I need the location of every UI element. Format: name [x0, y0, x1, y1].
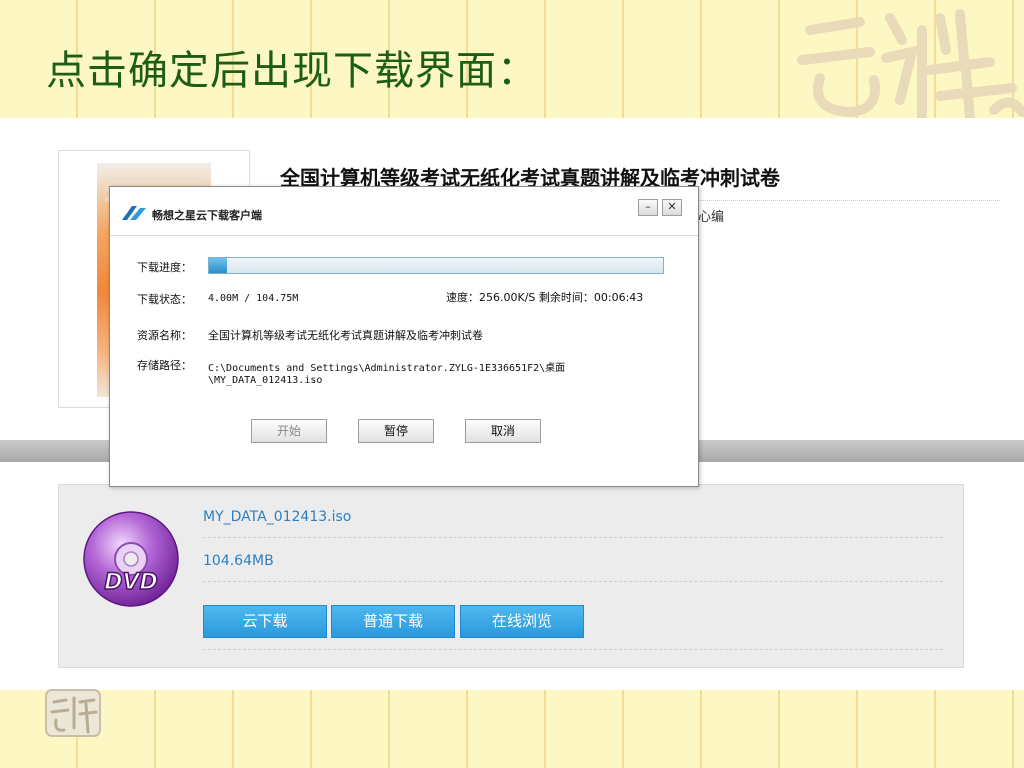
webpage-screenshot: 全国计算机等级考试无纸化考试真题讲解及临考冲刺试卷 心编 DVD MY_DATA…	[0, 118, 1024, 690]
path-label: 存储路径：	[137, 359, 192, 372]
resource-label: 资源名称：	[137, 329, 192, 342]
download-filesize: 104.64MB	[203, 553, 274, 569]
app-logo-icon	[120, 204, 148, 222]
dvd-disc-icon: DVD	[81, 509, 181, 609]
download-client-dialog: 畅想之星云下载客户端 – ✕ 下载进度： 下载状态： 4.00M / 104.7…	[109, 186, 699, 487]
pause-button[interactable]: 暂停	[358, 419, 434, 443]
seal-stamp-icon	[790, 0, 1024, 118]
normal-download-button[interactable]: 普通下载	[331, 605, 455, 638]
progress-bar	[208, 257, 664, 274]
speed-remaining-text: 速度：256.00K/S 剩余时间：00:06:43	[446, 291, 644, 304]
path-value-line2: \MY_DATA_012413.iso	[208, 375, 323, 386]
divider	[203, 581, 943, 582]
progress-label: 下载进度：	[137, 261, 192, 274]
cancel-button[interactable]: 取消	[465, 419, 541, 443]
start-button[interactable]: 开始	[251, 419, 327, 443]
slide-title: 点击确定后出现下载界面：	[46, 48, 538, 94]
close-button[interactable]: ✕	[662, 199, 682, 216]
resource-value: 全国计算机等级考试无纸化考试真题讲解及临考冲刺试卷	[208, 329, 483, 342]
book-meta: 心编	[698, 210, 725, 225]
minimize-button[interactable]: –	[638, 199, 658, 216]
dialog-title: 畅想之星云下载客户端	[152, 209, 262, 222]
disc-label: DVD	[104, 570, 158, 595]
status-value: 4.00M / 104.75M	[208, 293, 299, 304]
divider	[203, 537, 943, 538]
cloud-download-button[interactable]: 云下载	[203, 605, 327, 638]
divider	[203, 649, 943, 650]
online-browse-button[interactable]: 在线浏览	[460, 605, 584, 638]
dialog-titlebar[interactable]: 畅想之星云下载客户端 – ✕	[110, 187, 698, 236]
seal-stamp-icon	[44, 688, 102, 738]
status-label: 下载状态：	[137, 293, 192, 306]
path-value-line1: C:\Documents and Settings\Administrator.…	[208, 363, 566, 374]
progress-fill	[209, 258, 228, 273]
download-panel: DVD MY_DATA_012413.iso 104.64MB 云下载 普通下载…	[58, 484, 964, 668]
download-filename[interactable]: MY_DATA_012413.iso	[203, 509, 943, 525]
